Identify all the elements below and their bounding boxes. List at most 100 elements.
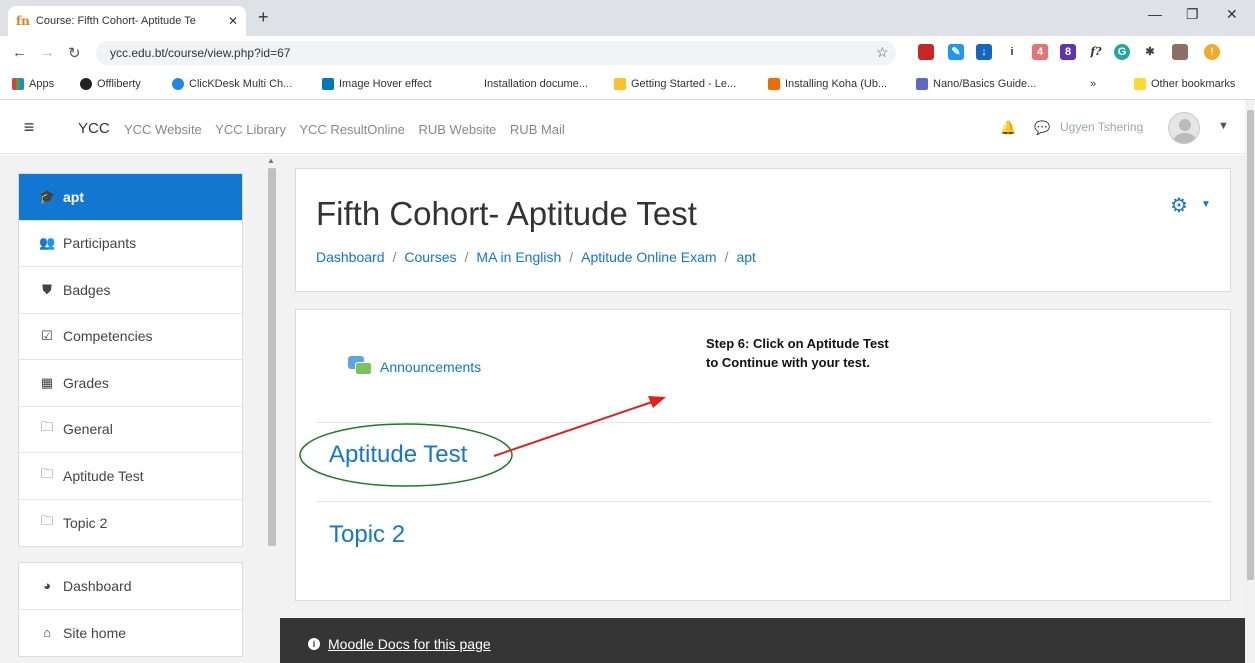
breadcrumb-separator: / [464, 249, 469, 265]
breadcrumb: Dashboard / Courses / MA in English / Aptitude… [316, 249, 756, 265]
drawer-scrollbar-thumb[interactable] [268, 168, 276, 546]
extension-formula-icon[interactable]: f? [1088, 44, 1104, 60]
scroll-up-icon[interactable]: ▲ [267, 156, 275, 165]
nav-link-rub-mail[interactable]: RUB Mail [510, 122, 565, 137]
drawer-item-participants[interactable]: 👥 Participants [19, 221, 242, 267]
power-icon [80, 78, 92, 90]
extension-cap-icon[interactable]: 8 [1060, 44, 1076, 60]
drawer-item-aptitude-test[interactable]: 🗀 Aptitude Test [19, 453, 242, 500]
bookmark-image-hover[interactable]: Image Hover effect [322, 78, 432, 90]
bookmark-installation[interactable]: Installation docume... [484, 78, 588, 90]
bookmark-offliberty[interactable]: Offliberty [80, 78, 141, 90]
drawer-item-label: Badges [63, 281, 111, 298]
drawer-item-dashboard[interactable]: ◕ Dashboard [19, 563, 242, 610]
drawer-item-apt[interactable]: 🎓 apt [19, 174, 242, 221]
drawer-item-topic-2[interactable]: 🗀 Topic 2 [19, 500, 242, 547]
graduation-cap-icon: 🎓 [39, 188, 56, 204]
user-name[interactable]: Ugyen Tshering [1060, 120, 1143, 134]
section-divider [316, 422, 1212, 423]
annotation-line-1: Step 6: Click on Aptitude Test [706, 336, 889, 351]
bookmark-other[interactable]: Other bookmarks [1134, 78, 1235, 90]
page-scrollbar-thumb[interactable] [1247, 110, 1254, 580]
messages-icon[interactable]: 💬 [1034, 120, 1050, 136]
back-icon[interactable]: ← [12, 44, 27, 61]
announcements-link[interactable]: Announcements [380, 359, 481, 375]
reload-icon[interactable]: ↻ [68, 44, 81, 62]
breadcrumb-ma-in-english[interactable]: MA in English [476, 249, 561, 265]
bookmark-nano[interactable]: Nano/Basics Guide... [916, 78, 1036, 90]
nav-link-rub-website[interactable]: RUB Website [419, 122, 497, 137]
shield-icon: ⛊ [42, 281, 52, 297]
profile-icon[interactable] [1172, 44, 1188, 60]
chevron-down-icon[interactable]: ▼ [1201, 199, 1211, 210]
bookmark-clickdesk[interactable]: ClicKDesk Multi Ch... [172, 78, 292, 90]
notification-bell-icon[interactable]: 🔔 [1000, 120, 1016, 136]
forward-icon[interactable]: → [40, 44, 55, 61]
browser-tab-bar: fn Course: Fifth Cohort- Aptitude Te ✕ +… [0, 0, 1255, 36]
avatar[interactable] [1168, 112, 1200, 144]
drawer-item-label: General [63, 421, 113, 438]
extension-pen-icon[interactable]: ✎ [948, 44, 964, 60]
nav-link-ycc-website[interactable]: YCC Website [124, 122, 202, 137]
folder-icon: 🗀 [40, 419, 54, 435]
breadcrumb-dashboard[interactable]: Dashboard [316, 249, 385, 265]
section-topic-2[interactable]: Topic 2 [329, 521, 405, 549]
extension-grammarly-icon[interactable]: G [1114, 44, 1130, 60]
drawer-item-competencies[interactable]: ☑ Competencies [19, 314, 242, 360]
drawer-scrollbar[interactable]: ▲ [265, 156, 279, 548]
address-bar[interactable]: ycc.edu.bt/course/view.php?id=67 [96, 41, 896, 65]
apps-grid-icon [12, 78, 24, 90]
restore-icon[interactable]: ❐ [1186, 6, 1199, 23]
forum-icon [348, 356, 372, 378]
drawer-item-label: apt [63, 188, 84, 205]
bookmarks-overflow[interactable]: » [1090, 78, 1096, 90]
section-aptitude-test[interactable]: Aptitude Test [329, 441, 467, 469]
moodle-docs-link[interactable]: i Moodle Docs for this page [308, 636, 491, 652]
moodle-navbar: ≡ YCC YCC Website YCC Library YCC Result… [0, 100, 1255, 154]
new-tab-icon[interactable]: + [258, 7, 269, 28]
drawer-item-label: Participants [63, 235, 137, 252]
folder-icon: 🗀 [40, 512, 54, 528]
extension-red-icon[interactable] [918, 44, 934, 60]
page-scrollbar[interactable] [1245, 100, 1255, 663]
drawer-item-badges[interactable]: ⛊ Badges [19, 267, 242, 314]
extensions-puzzle-icon[interactable]: ✱ [1142, 44, 1158, 60]
breadcrumb-separator: / [724, 249, 729, 265]
drawer-item-site-home[interactable]: ⌂ Site home [19, 610, 242, 657]
breadcrumb-courses[interactable]: Courses [404, 249, 456, 265]
bookmark-getting-started[interactable]: Getting Started - Le... [614, 78, 736, 90]
drawer-item-grades[interactable]: ▦ Grades [19, 360, 242, 407]
breadcrumb-aptitude-online-exam[interactable]: Aptitude Online Exam [581, 249, 716, 265]
bookmark-koha[interactable]: Installing Koha (Ub... [768, 78, 887, 90]
drawer-item-label: Topic 2 [63, 514, 108, 531]
checkbox-icon: ☑ [41, 328, 53, 344]
section-divider [316, 501, 1212, 502]
menu-toggle-icon[interactable]: ≡ [16, 114, 42, 140]
bookmark-star-icon[interactable]: ☆ [876, 44, 889, 61]
drawer-item-general[interactable]: 🗀 General [19, 407, 242, 453]
course-nav-block: 🎓 apt 👥 Participants ⛊ Badges ☑ Competen… [18, 173, 243, 547]
gear-icon[interactable]: ⚙ [1170, 193, 1188, 218]
drawer-item-label: Aptitude Test [63, 467, 144, 484]
browser-tab[interactable]: fn Course: Fifth Cohort- Aptitude Te ✕ [8, 6, 246, 36]
page-title: Fifth Cohort- Aptitude Test [316, 195, 697, 232]
extension-badge-icon[interactable]: 4 [1032, 44, 1048, 60]
bookmark-apps[interactable]: Apps [12, 78, 54, 90]
moodle-favicon-icon: fn [16, 14, 30, 28]
extension-download-icon[interactable]: ↓ [976, 44, 992, 60]
minimize-icon[interactable]: — [1148, 6, 1162, 22]
extension-info-icon[interactable]: i [1004, 44, 1020, 60]
close-window-icon[interactable]: ✕ [1226, 6, 1238, 23]
info-icon: i [308, 638, 320, 650]
drawer-item-label: Grades [63, 374, 109, 391]
breadcrumb-apt[interactable]: apt [736, 249, 755, 265]
nav-link-ycc-resultonline[interactable]: YCC ResultOnline [299, 122, 405, 137]
koha-icon [768, 78, 780, 90]
update-alert-icon[interactable]: ! [1204, 44, 1220, 60]
tab-close-icon[interactable]: ✕ [228, 14, 238, 28]
table-icon: ▦ [40, 374, 54, 390]
site-brand[interactable]: YCC [78, 120, 110, 137]
nav-link-ycc-library[interactable]: YCC Library [215, 122, 286, 137]
chevron-down-icon[interactable]: ▼ [1218, 120, 1229, 132]
announcements-activity[interactable]: Announcements [348, 356, 481, 378]
